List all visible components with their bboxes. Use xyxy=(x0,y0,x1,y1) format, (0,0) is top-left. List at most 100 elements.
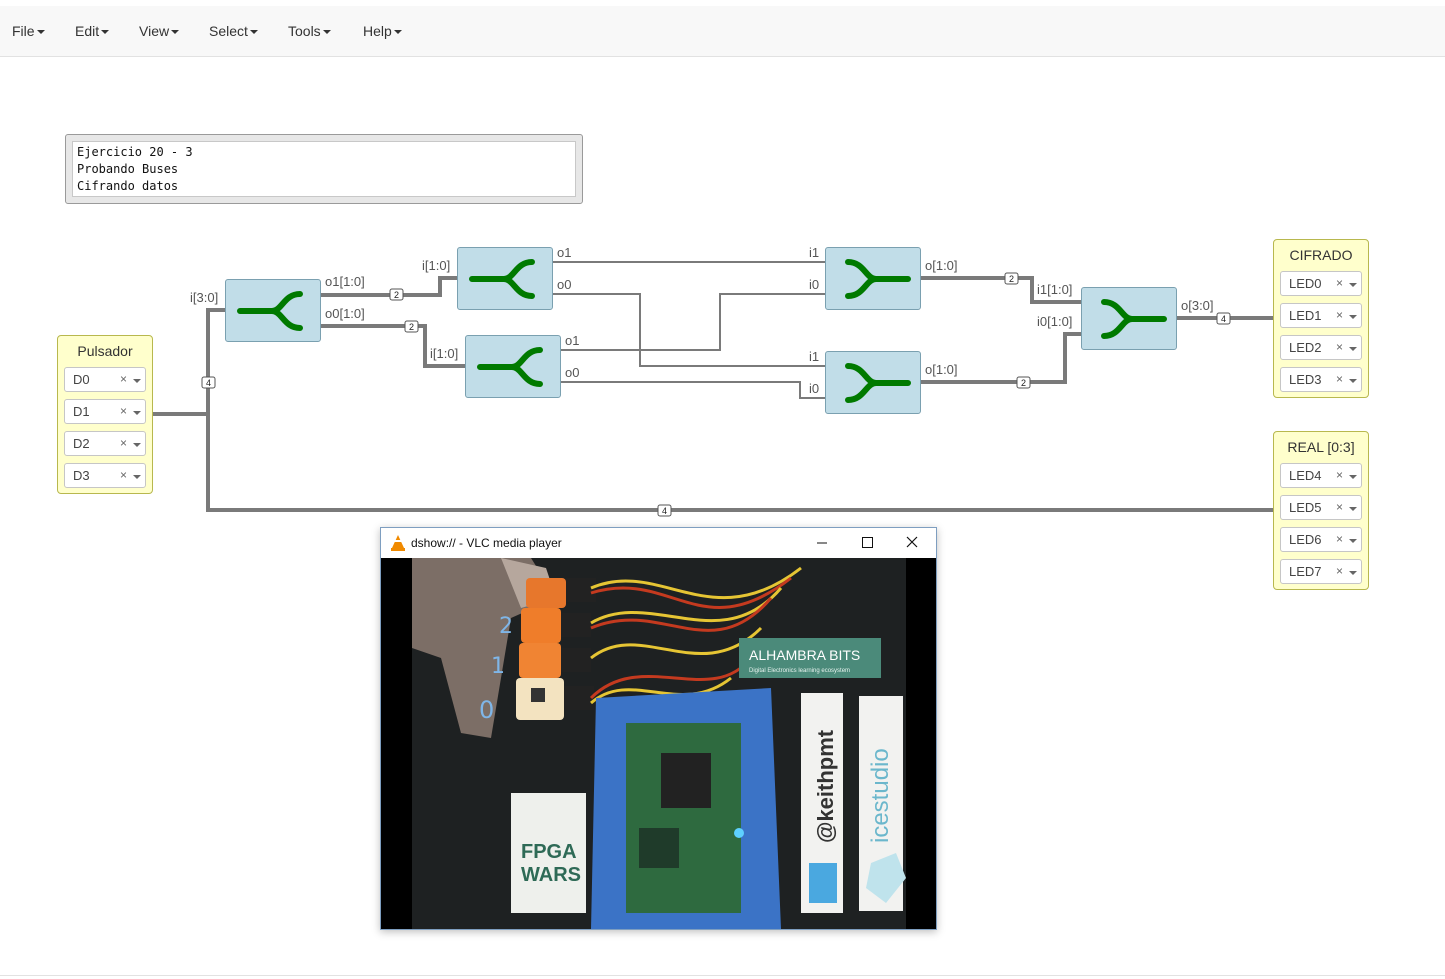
join-icon xyxy=(845,363,911,403)
output-block-cifrado[interactable]: CIFRADO LED0 × LED1 × LED2 × LED3 × xyxy=(1273,239,1369,398)
sign-text: Digital Electronics learning ecosystem xyxy=(749,668,850,674)
port-label: o[3:0] xyxy=(1181,298,1214,313)
handwritten-digit: 0 xyxy=(479,696,494,724)
caret-down-icon[interactable] xyxy=(133,411,141,415)
port-label: i[3:0] xyxy=(190,290,219,305)
join-bottom-block[interactable] xyxy=(825,351,921,414)
wire-bottom-o1[interactable] xyxy=(560,293,826,351)
split-bottom-block[interactable] xyxy=(465,335,561,398)
maximize-button[interactable] xyxy=(844,528,889,558)
pin-select[interactable]: LED1 × xyxy=(1280,303,1362,328)
clear-icon[interactable]: × xyxy=(1336,468,1343,482)
pin-select[interactable]: D2 × xyxy=(64,431,146,456)
bus-width-badge: 4 xyxy=(1216,312,1231,325)
caret-down-icon[interactable] xyxy=(133,443,141,447)
bus-width-badge: 2 xyxy=(404,320,419,333)
pin-select[interactable]: LED7 × xyxy=(1280,559,1362,584)
status-divider xyxy=(0,975,1445,976)
comment-line: Ejercicio 20 - 3 xyxy=(77,145,193,159)
clear-icon[interactable]: × xyxy=(1336,532,1343,546)
split-top-block[interactable] xyxy=(457,247,553,310)
clear-icon[interactable]: × xyxy=(1336,308,1343,322)
pin-select[interactable]: LED6 × xyxy=(1280,527,1362,552)
comment-line: Cifrando datos xyxy=(77,179,179,193)
pin-name: D0 xyxy=(73,372,90,387)
wire-bottom-o0[interactable] xyxy=(560,381,826,399)
sticker-text: icestudio xyxy=(867,748,894,843)
minimize-icon xyxy=(817,542,827,544)
minimize-button[interactable] xyxy=(799,528,844,558)
io-block-title: CIFRADO xyxy=(1289,247,1353,263)
clear-icon[interactable]: × xyxy=(1336,372,1343,386)
pin-select[interactable]: LED5 × xyxy=(1280,495,1362,520)
caret-down-icon[interactable] xyxy=(1349,347,1357,351)
caret-down-icon[interactable] xyxy=(1349,315,1357,319)
input-block-pulsador[interactable]: Pulsador D0 × D1 × D2 × D3 × xyxy=(57,335,153,494)
sticker-text: WARS xyxy=(521,864,581,886)
pin-select[interactable]: D3 × xyxy=(64,463,146,488)
bus-input-to-real[interactable] xyxy=(206,414,1274,512)
clear-icon[interactable]: × xyxy=(120,372,127,386)
comment-line: Probando Buses xyxy=(77,162,179,176)
pin-select[interactable]: LED2 × xyxy=(1280,335,1362,360)
svg-text:2: 2 xyxy=(409,322,414,332)
clear-icon[interactable]: × xyxy=(1336,500,1343,514)
pin-name: LED3 xyxy=(1289,372,1322,387)
comment-text-area[interactable]: Ejercicio 20 - 3 Probando Buses Cifrando… xyxy=(72,141,576,197)
pin-name: LED6 xyxy=(1289,532,1322,547)
vlc-window[interactable]: dshow:// - VLC media player 2 1 0 ALHAMB… xyxy=(380,527,937,930)
comment-block[interactable]: Ejercicio 20 - 3 Probando Buses Cifrando… xyxy=(65,134,583,204)
svg-text:2: 2 xyxy=(1009,274,1014,284)
port-label: i[1:0] xyxy=(422,258,451,273)
caret-down-icon[interactable] xyxy=(1349,283,1357,287)
port-label: o0 xyxy=(557,277,572,292)
pin-name: LED1 xyxy=(1289,308,1322,323)
clear-icon[interactable]: × xyxy=(120,404,127,418)
port-label: i1 xyxy=(809,245,820,260)
port-label: i0 xyxy=(809,277,820,292)
output-block-real[interactable]: REAL [0:3] LED4 × LED5 × LED6 × LED7 × xyxy=(1273,431,1369,590)
bus-input-to-split[interactable] xyxy=(152,308,226,416)
caret-down-icon[interactable] xyxy=(1349,379,1357,383)
port-label: o1[1:0] xyxy=(325,274,365,289)
clear-icon[interactable]: × xyxy=(1336,564,1343,578)
port-label: i1 xyxy=(809,349,820,364)
port-label: o1 xyxy=(557,245,572,260)
pin-select[interactable]: LED4 × xyxy=(1280,463,1362,488)
svg-text:2: 2 xyxy=(1021,378,1026,388)
split-icon xyxy=(237,291,303,331)
split-main-block[interactable] xyxy=(225,279,321,342)
port-label: o[1:0] xyxy=(925,258,958,273)
caret-down-icon[interactable] xyxy=(1349,571,1357,575)
svg-text:2: 2 xyxy=(394,290,399,300)
close-button[interactable] xyxy=(889,528,934,558)
pin-select[interactable]: D0 × xyxy=(64,367,146,392)
caret-down-icon[interactable] xyxy=(1349,507,1357,511)
pin-select[interactable]: LED0 × xyxy=(1280,271,1362,296)
clear-icon[interactable]: × xyxy=(1336,276,1343,290)
pin-select[interactable]: D1 × xyxy=(64,399,146,424)
pin-name: D3 xyxy=(73,468,90,483)
caret-down-icon[interactable] xyxy=(1349,475,1357,479)
vlc-titlebar[interactable]: dshow:// - VLC media player xyxy=(381,528,936,558)
join-top-block[interactable] xyxy=(825,247,921,310)
bus-width-badge: 2 xyxy=(389,288,404,301)
wire-top-o0[interactable] xyxy=(552,293,826,367)
bus-width-badge: 2 xyxy=(1004,272,1019,285)
port-label: o[1:0] xyxy=(925,362,958,377)
clear-icon[interactable]: × xyxy=(120,436,127,450)
handwritten-digit: 1 xyxy=(491,654,505,679)
caret-down-icon[interactable] xyxy=(133,475,141,479)
bus-width-badge: 4 xyxy=(201,376,216,389)
clear-icon[interactable]: × xyxy=(120,468,127,482)
video-frame[interactable]: 2 1 0 ALHAMBRA BITS Digital Electronics … xyxy=(381,558,936,929)
clear-icon[interactable]: × xyxy=(1336,340,1343,354)
join-final-block[interactable] xyxy=(1081,287,1177,350)
caret-down-icon[interactable] xyxy=(133,379,141,383)
port-label: i0[1:0] xyxy=(1037,314,1073,329)
sticker-text: @keithpmt xyxy=(813,729,838,843)
caret-down-icon[interactable] xyxy=(1349,539,1357,543)
pin-select[interactable]: LED3 × xyxy=(1280,367,1362,392)
port-label: o0 xyxy=(565,365,580,380)
port-label: i[1:0] xyxy=(430,346,459,361)
